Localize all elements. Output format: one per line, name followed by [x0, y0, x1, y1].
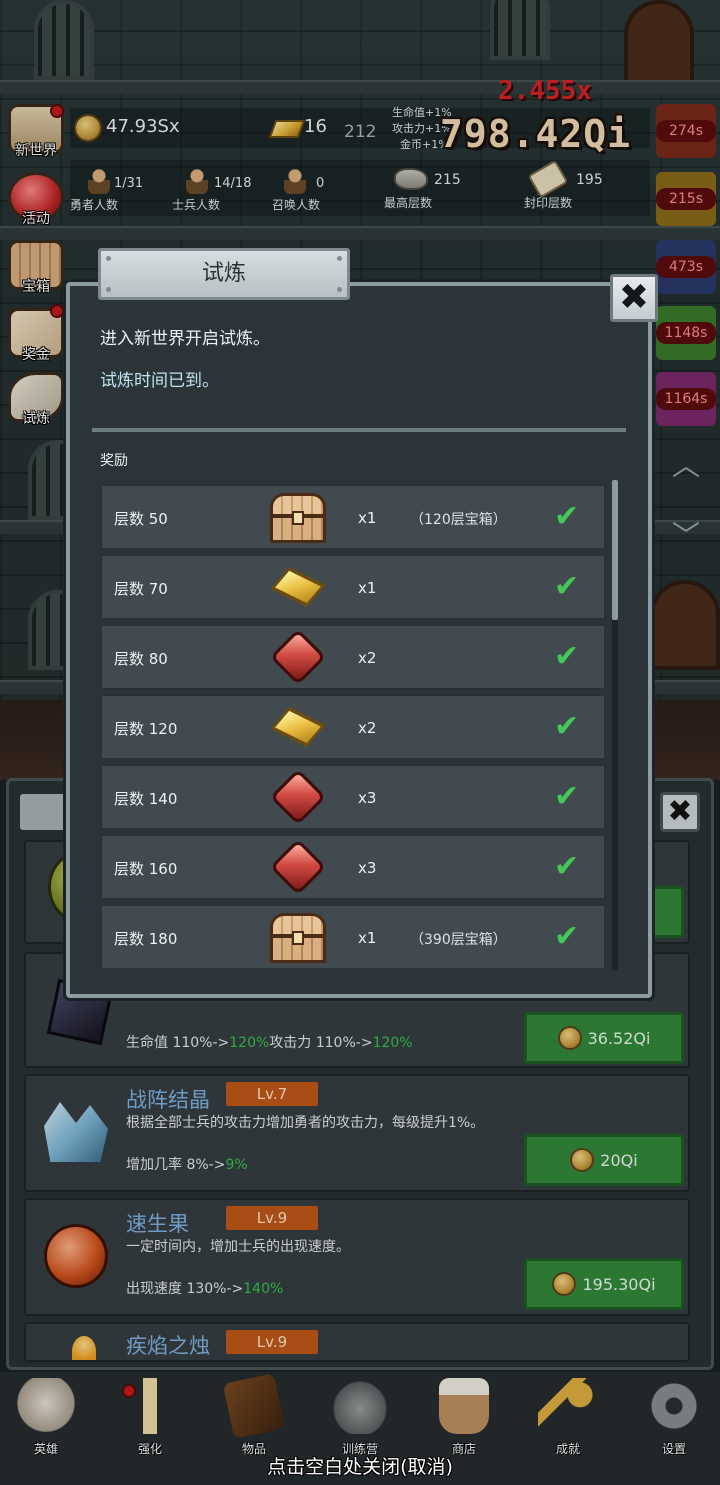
checkmark-icon: ✔	[554, 709, 580, 744]
reward-floor: 层数 80	[114, 650, 168, 668]
reward-quantity: x2	[358, 649, 377, 667]
reward-floor: 层数 140	[114, 790, 178, 808]
reward-row: 层数 120 x2 ✔	[100, 694, 606, 760]
reward-quantity: x1	[358, 929, 377, 947]
dialog-title: 试炼	[201, 261, 246, 286]
reward-quantity: x3	[358, 859, 377, 877]
reward-row: 层数 50 x1 （120层宝箱） ✔	[100, 484, 606, 550]
reward-note: （120层宝箱）	[410, 512, 507, 528]
reward-floor: 层数 180	[114, 930, 178, 948]
gold-bar-icon	[268, 701, 328, 755]
checkmark-icon: ✔	[554, 569, 580, 604]
rivet	[337, 287, 342, 292]
ruby-icon	[268, 838, 328, 896]
chest-icon	[268, 911, 328, 965]
checkmark-icon: ✔	[554, 849, 580, 884]
reward-floor: 层数 50	[114, 510, 168, 528]
reward-quantity: x2	[358, 719, 377, 737]
reward-row: 层数 140 x3 ✔	[100, 764, 606, 830]
ruby-icon	[268, 768, 328, 826]
reward-floor: 层数 160	[114, 860, 178, 878]
reward-row: 层数 160 x3 ✔	[100, 834, 606, 900]
rivet	[106, 287, 111, 292]
reward-floor: 层数 70	[114, 580, 168, 598]
reward-row: 层数 80 x2 ✔	[100, 624, 606, 690]
rivet	[106, 256, 111, 261]
close-hint: 点击空白处关闭(取消)	[267, 1456, 453, 1478]
reward-quantity: x1	[358, 579, 377, 597]
scrollbar-thumb[interactable]	[612, 480, 618, 620]
reward-floor: 层数 120	[114, 720, 178, 738]
reward-list[interactable]: 层数 50 x1 （120层宝箱） ✔ 层数 70 x1 ✔ 层数 80 x2 …	[100, 484, 608, 972]
dialog-close-button[interactable]: ✖	[610, 274, 658, 322]
checkmark-icon: ✔	[554, 919, 580, 954]
checkmark-icon: ✔	[554, 639, 580, 674]
reward-heading: 奖励	[100, 453, 128, 469]
checkmark-icon: ✔	[554, 779, 580, 814]
trial-status: 试炼时间已到。	[100, 371, 219, 391]
ruby-icon	[268, 628, 328, 686]
gold-bar-icon	[268, 561, 328, 615]
rivet	[337, 256, 342, 261]
chest-icon	[268, 491, 328, 545]
reward-quantity: x1	[358, 509, 377, 527]
reward-quantity: x3	[358, 789, 377, 807]
reward-row: 层数 180 x1 （390层宝箱） ✔	[100, 904, 606, 970]
reward-row: 层数 70 x1 ✔	[100, 554, 606, 620]
divider	[92, 428, 626, 432]
reward-note: （390层宝箱）	[410, 932, 507, 948]
trial-instruction: 进入新世界开启试炼。	[100, 329, 270, 349]
dialog-title-plate: 试炼	[98, 248, 350, 300]
checkmark-icon: ✔	[554, 499, 580, 534]
